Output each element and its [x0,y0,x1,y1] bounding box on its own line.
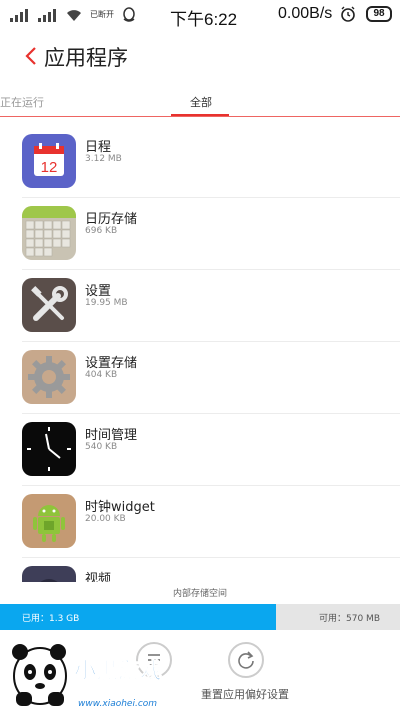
reset-preferences-label[interactable]: 重置应用偏好设置 [201,686,289,702]
watermark-brand-text: 小黑游戏 [74,658,162,684]
storage-used-text: 已用：1.3 GB [22,614,80,624]
settings-storage-gear-icon [22,350,76,404]
storage-label: 内部存储空间 [172,589,227,599]
page-title: 应用程序 [44,46,128,70]
list-item[interactable]: 时钟widget 20.00 KB [0,486,400,558]
list-item[interactable]: 日历存储 696 KB [0,198,400,270]
calendar-icon-day: 12 [41,159,58,176]
back-icon[interactable] [22,44,42,68]
calendar-storage-icon [22,206,76,260]
calendar-icon: 12 [22,134,76,188]
network-speed: 0.00B/s [278,5,333,22]
app-size: 20.00 KB [85,514,126,524]
signal-icon [38,8,56,22]
wifi-icon [67,10,81,21]
app-size: 696 KB [85,226,118,236]
list-item[interactable]: 时间管理 540 KB [0,414,400,486]
app-name: 日历存储 [85,212,138,227]
watermark-url: www.xiaohei.com [78,699,157,709]
clock-icon [22,422,76,476]
refresh-icon [238,651,254,669]
tab-running[interactable]: 正在运行 [0,94,44,110]
app-name: 日程 [85,140,112,155]
list-item[interactable]: 12 日程 3.12 MB [0,126,400,198]
app-name: 时间管理 [85,428,138,443]
app-name: 设置 [85,284,112,299]
video-icon [22,566,76,582]
app-size: 19.95 MB [85,298,128,308]
carrier-text: 已断开 [90,10,114,19]
storage-bar: 已用：1.3 GB 可用：570 MB [0,604,400,630]
tab-bar: 正在运行 全部 [0,90,400,118]
settings-tools-icon [22,278,76,332]
header: 应用程序 [0,36,400,76]
app-name: 设置存储 [85,356,138,371]
list-item[interactable]: 视频 [0,558,400,582]
tab-all[interactable]: 全部 [190,94,212,110]
tab-divider [0,116,400,117]
reset-preferences-button[interactable] [228,642,264,678]
android-widget-icon [22,494,76,548]
status-time: 下午6:22 [170,10,238,29]
list-item[interactable]: 设置 19.95 MB [0,270,400,342]
app-list: 12 日程 3.12 MB 日历存储 696 KB 设置 19.95 MB 设置… [0,126,400,582]
watermark: 小黑游戏 www.xiaohei.com [0,636,200,711]
app-size: 540 KB [85,442,118,452]
battery-icon: 98 [366,6,392,22]
storage-free-text: 可用：570 MB [319,614,380,624]
qq-icon [123,7,135,22]
panda-logo-icon: 小黑游戏 www.xiaohei.com [12,644,162,709]
signal-icon [10,8,28,22]
list-item[interactable]: 设置存储 404 KB [0,342,400,414]
alarm-icon [341,6,355,22]
app-name: 时钟widget [85,500,155,515]
app-size: 404 KB [85,370,118,380]
app-size: 3.12 MB [85,154,122,164]
app-name: 视频 [85,572,112,582]
status-bar: 已断开 下午6:22 0.00B/s 98 [0,0,400,30]
